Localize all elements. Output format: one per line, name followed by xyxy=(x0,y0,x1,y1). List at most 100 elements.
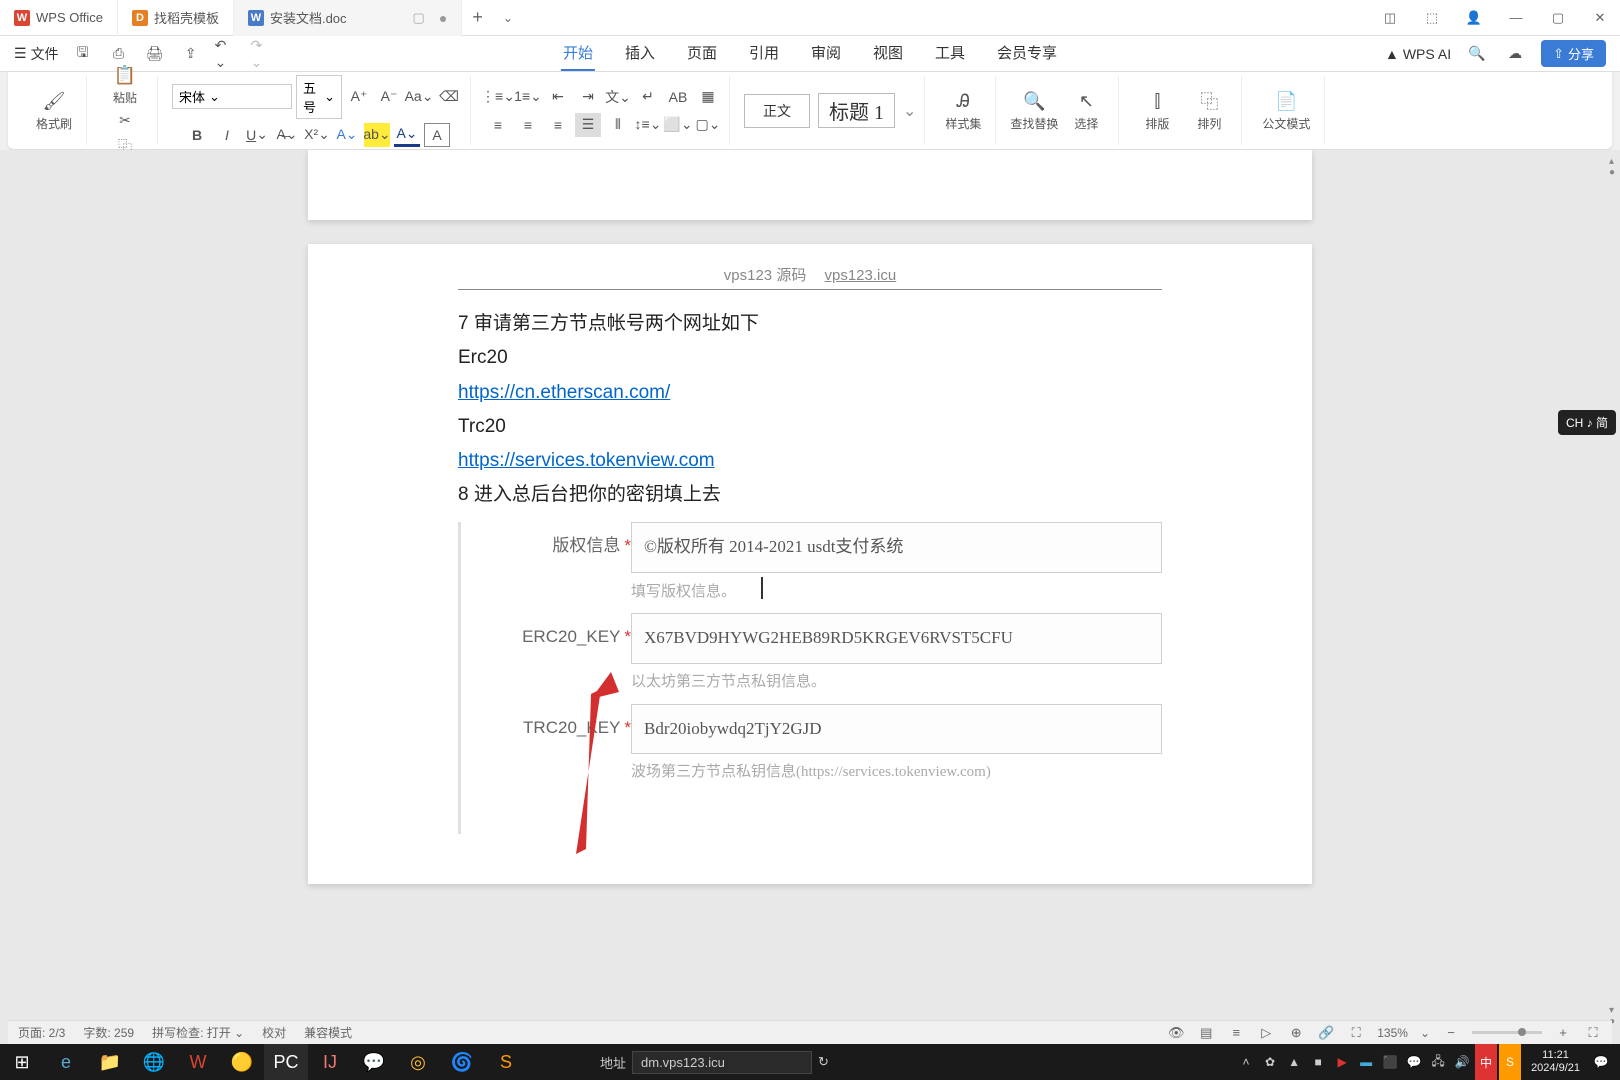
text-direction-button[interactable]: 文⌄ xyxy=(605,85,631,109)
align-left-button[interactable]: ≡ xyxy=(485,113,511,137)
print-preview-icon[interactable]: ⎙ xyxy=(107,42,131,66)
tab-wps-office[interactable]: W WPS Office xyxy=(0,0,118,36)
tray-icon-2[interactable]: ▲ xyxy=(1283,1044,1305,1080)
tray-ime-icon[interactable]: 中 xyxy=(1475,1044,1497,1080)
maximize-button[interactable]: ▢ xyxy=(1538,0,1578,36)
tab-template[interactable]: D 找稻壳模板 xyxy=(118,0,234,36)
export-icon[interactable]: ⇪ xyxy=(179,42,203,66)
taskbar-wechat[interactable]: 💬 xyxy=(352,1044,396,1080)
status-page[interactable]: 页面: 2/3 xyxy=(18,1024,65,1041)
taskbar-app1[interactable]: ◎ xyxy=(396,1044,440,1080)
taskbar-sublime[interactable]: S xyxy=(484,1044,528,1080)
chevron-down-icon[interactable]: ⌄ xyxy=(1420,1026,1430,1040)
zoom-thumb[interactable] xyxy=(1518,1028,1526,1036)
tab-review[interactable]: 审阅 xyxy=(809,36,843,71)
new-tab-button[interactable]: + xyxy=(462,7,493,28)
link-tokenview[interactable]: https://services.tokenview.com xyxy=(458,450,715,471)
arrange-button[interactable]: ⿻ 排列 xyxy=(1185,89,1233,132)
document-content[interactable]: 7 审请第三方节点帐号两个网址如下 Erc20 https://cn.ether… xyxy=(308,308,1312,834)
start-button[interactable]: ⊞ xyxy=(0,1044,44,1080)
tab-member[interactable]: 会员专享 xyxy=(995,36,1059,71)
reading-view-icon[interactable]: ▷ xyxy=(1257,1024,1275,1042)
tray-wechat-icon[interactable]: 💬 xyxy=(1403,1044,1425,1080)
taskbar-chrome[interactable]: 🟡 xyxy=(220,1044,264,1080)
menu-file[interactable]: ☰ 文件 xyxy=(14,44,59,64)
address-input[interactable] xyxy=(632,1051,812,1074)
text-effect-button[interactable]: A⌄ xyxy=(334,123,360,147)
avatar-icon[interactable]: 👤 xyxy=(1454,0,1494,36)
link-etherscan[interactable]: https://cn.etherscan.com/ xyxy=(458,382,670,403)
share-button[interactable]: ⇧ 分享 xyxy=(1541,40,1606,67)
tray-chevron-icon[interactable]: ˄ xyxy=(1235,1044,1257,1080)
paste-button[interactable]: 📋 粘贴 xyxy=(101,63,149,106)
find-replace-button[interactable]: 🔍 查找替换 xyxy=(1010,89,1058,132)
align-right-button[interactable]: ≡ xyxy=(545,113,571,137)
layout-icon[interactable]: ◫ xyxy=(1370,0,1410,36)
refresh-icon[interactable]: ↻ xyxy=(818,1054,829,1070)
style-heading1[interactable]: 标题 1 xyxy=(818,93,895,128)
taskbar-intellij[interactable]: IJ xyxy=(308,1044,352,1080)
tab-page[interactable]: 页面 xyxy=(685,36,719,71)
zoom-in-button[interactable]: + xyxy=(1554,1024,1572,1042)
tray-icon-1[interactable]: ✿ xyxy=(1259,1044,1281,1080)
status-words[interactable]: 字数: 259 xyxy=(83,1024,134,1041)
superscript-button[interactable]: X²⌄ xyxy=(304,123,330,147)
italic-button[interactable]: I xyxy=(214,123,240,147)
tab-reference[interactable]: 引用 xyxy=(747,36,781,71)
format-painter-button[interactable]: 🖌 格式刷 xyxy=(30,89,78,132)
tab-start[interactable]: 开始 xyxy=(561,36,595,71)
doc-mode-button[interactable]: 📄 公文模式 xyxy=(1256,89,1316,132)
taskbar-browser[interactable]: 🌐 xyxy=(132,1044,176,1080)
undo-button[interactable]: ↶ ⌄ xyxy=(215,42,239,66)
clear-format-icon[interactable]: ⌫ xyxy=(436,85,462,109)
shading-button[interactable]: ⬜⌄ xyxy=(665,113,691,137)
tray-network-icon[interactable]: 🖧 xyxy=(1427,1044,1449,1080)
change-case-icon[interactable]: Aa⌄ xyxy=(406,85,432,109)
style-more-icon[interactable]: ⌄ xyxy=(903,101,916,121)
fullscreen-icon[interactable]: ⛶ xyxy=(1584,1024,1602,1042)
highlight-button[interactable]: ab⌄ xyxy=(364,123,390,147)
tray-icon-4[interactable]: ▶ xyxy=(1331,1044,1353,1080)
align-center-button[interactable]: ≡ xyxy=(515,113,541,137)
char-shading-button[interactable]: A xyxy=(424,123,450,147)
line-break-button[interactable]: ↵ xyxy=(635,85,661,109)
strike-button[interactable]: A̶⌄ xyxy=(274,123,300,147)
tab-document[interactable]: W 安装文档.doc ▢ ● xyxy=(234,0,462,36)
status-proof[interactable]: 校对 xyxy=(262,1024,286,1041)
taskbar-edge[interactable]: e xyxy=(44,1044,88,1080)
minimize-button[interactable]: — xyxy=(1496,0,1536,36)
eye-icon[interactable]: 👁 xyxy=(1167,1024,1185,1042)
tab-tools[interactable]: 工具 xyxy=(933,36,967,71)
tray-sogou-icon[interactable]: S xyxy=(1499,1044,1521,1080)
font-size-select[interactable]: 五号 ⌄ xyxy=(296,75,342,119)
redo-button[interactable]: ↷ ⌄ xyxy=(251,42,275,66)
columns-button[interactable]: ▦ xyxy=(695,85,721,109)
page-view-icon[interactable]: ▤ xyxy=(1197,1024,1215,1042)
save-icon[interactable]: 🖫 xyxy=(71,42,95,66)
borders-button[interactable]: ▢⌄ xyxy=(695,113,721,137)
tab-menu-icon[interactable]: ▢ xyxy=(413,10,425,26)
font-shrink-icon[interactable]: A⁻ xyxy=(376,85,402,109)
tab-view[interactable]: 视图 xyxy=(871,36,905,71)
search-icon[interactable]: 🔍 xyxy=(1465,42,1489,66)
print-icon[interactable]: 🖨 xyxy=(143,42,167,66)
scroll-up-icon[interactable]: ▴● xyxy=(1606,156,1618,178)
cut-icon[interactable]: ✂ xyxy=(112,108,138,132)
font-grow-icon[interactable]: A⁺ xyxy=(346,85,372,109)
layout-button[interactable]: ⫿ 排版 xyxy=(1133,89,1181,132)
ime-indicator[interactable]: CH ♪ 简 xyxy=(1558,410,1616,435)
font-family-select[interactable]: 宋体 ⌄ xyxy=(172,84,292,109)
fit-icon[interactable]: ⛶ xyxy=(1347,1024,1365,1042)
tray-icon-3[interactable]: ■ xyxy=(1307,1044,1329,1080)
taskbar-clock[interactable]: 11:21 2024/9/21 xyxy=(1523,1049,1588,1075)
notifications-icon[interactable]: 💬 xyxy=(1590,1044,1612,1080)
web-view-icon[interactable]: ⊕ xyxy=(1287,1024,1305,1042)
increase-indent-button[interactable]: ⇥ xyxy=(575,85,601,109)
close-icon[interactable]: ● xyxy=(439,10,447,26)
close-button[interactable]: ✕ xyxy=(1580,0,1620,36)
tray-icon-5[interactable]: ▬ xyxy=(1355,1044,1377,1080)
font-color-button[interactable]: A⌄ xyxy=(394,123,420,147)
outline-view-icon[interactable]: ≡ xyxy=(1227,1024,1245,1042)
zoom-out-button[interactable]: − xyxy=(1442,1024,1460,1042)
ab-button[interactable]: AB xyxy=(665,85,691,109)
